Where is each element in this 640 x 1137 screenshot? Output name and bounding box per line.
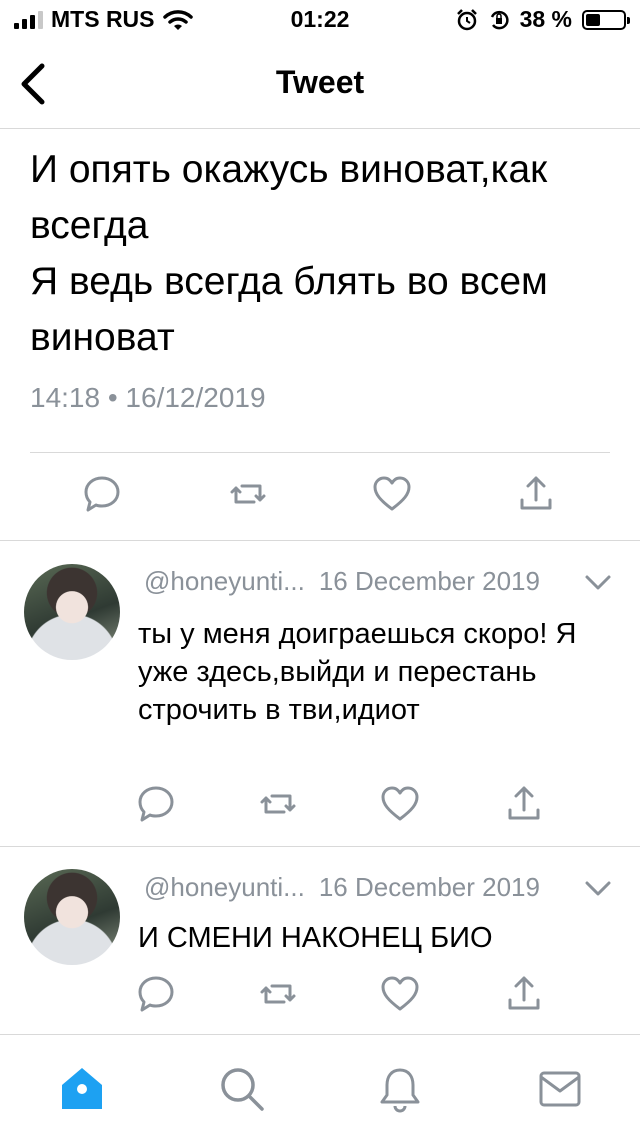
retweet-icon[interactable] bbox=[258, 784, 298, 824]
share-icon[interactable] bbox=[516, 474, 556, 514]
reply-actions bbox=[0, 974, 640, 1018]
chevron-down-icon[interactable] bbox=[584, 574, 612, 592]
retweet-icon[interactable] bbox=[228, 474, 268, 514]
reply-actions bbox=[0, 784, 640, 828]
reply-handle[interactable]: @honeyunti... bbox=[144, 872, 305, 902]
search-icon[interactable] bbox=[218, 1065, 266, 1113]
like-icon[interactable] bbox=[380, 974, 420, 1014]
like-icon[interactable] bbox=[380, 784, 420, 824]
battery-fill bbox=[586, 13, 600, 26]
reply-date: 16 December 2019 bbox=[318, 872, 540, 902]
like-icon[interactable] bbox=[372, 474, 412, 514]
status-right: 38 % bbox=[456, 6, 630, 33]
home-icon[interactable] bbox=[58, 1065, 106, 1113]
notifications-icon[interactable] bbox=[376, 1065, 424, 1113]
reply-icon[interactable] bbox=[82, 474, 122, 514]
alarm-icon bbox=[456, 8, 477, 30]
share-icon[interactable] bbox=[504, 784, 544, 824]
reply-handle[interactable]: @honeyunti... bbox=[144, 566, 305, 596]
reply-icon[interactable] bbox=[136, 974, 176, 1014]
messages-icon[interactable] bbox=[536, 1065, 584, 1113]
avatar[interactable] bbox=[24, 869, 120, 965]
avatar[interactable] bbox=[24, 564, 120, 660]
reply-header: @honeyunti... 16 December 2019 bbox=[144, 566, 540, 597]
reply-text: И СМЕНИ НАКОНЕЦ БИО bbox=[138, 922, 493, 954]
divider bbox=[0, 540, 640, 541]
battery-percent: 38 % bbox=[519, 6, 572, 32]
chevron-down-icon[interactable] bbox=[584, 880, 612, 898]
share-icon[interactable] bbox=[504, 974, 544, 1014]
battery-icon bbox=[582, 9, 630, 30]
rotation-lock-icon bbox=[490, 10, 509, 29]
nav-bar: Tweet bbox=[0, 40, 640, 129]
tweet-actions bbox=[0, 474, 640, 518]
reply-icon[interactable] bbox=[136, 784, 176, 824]
divider bbox=[30, 452, 610, 453]
reply-text: ты у меня доиграешься скоро! Я уже здесь… bbox=[138, 618, 577, 726]
divider bbox=[0, 846, 640, 847]
status-bar: MTS RUS 01:22 38 % bbox=[0, 0, 640, 40]
tweet-text: И опять окажусь виноват,как всегда Я вед… bbox=[30, 148, 548, 359]
tab-bar bbox=[0, 1034, 640, 1137]
retweet-icon[interactable] bbox=[258, 974, 298, 1014]
page-title: Tweet bbox=[275, 64, 365, 100]
tweet-timestamp: 14:18 • 16/12/2019 bbox=[30, 382, 266, 413]
reply-date: 16 December 2019 bbox=[318, 566, 540, 596]
reply-header: @honeyunti... 16 December 2019 bbox=[144, 872, 540, 903]
